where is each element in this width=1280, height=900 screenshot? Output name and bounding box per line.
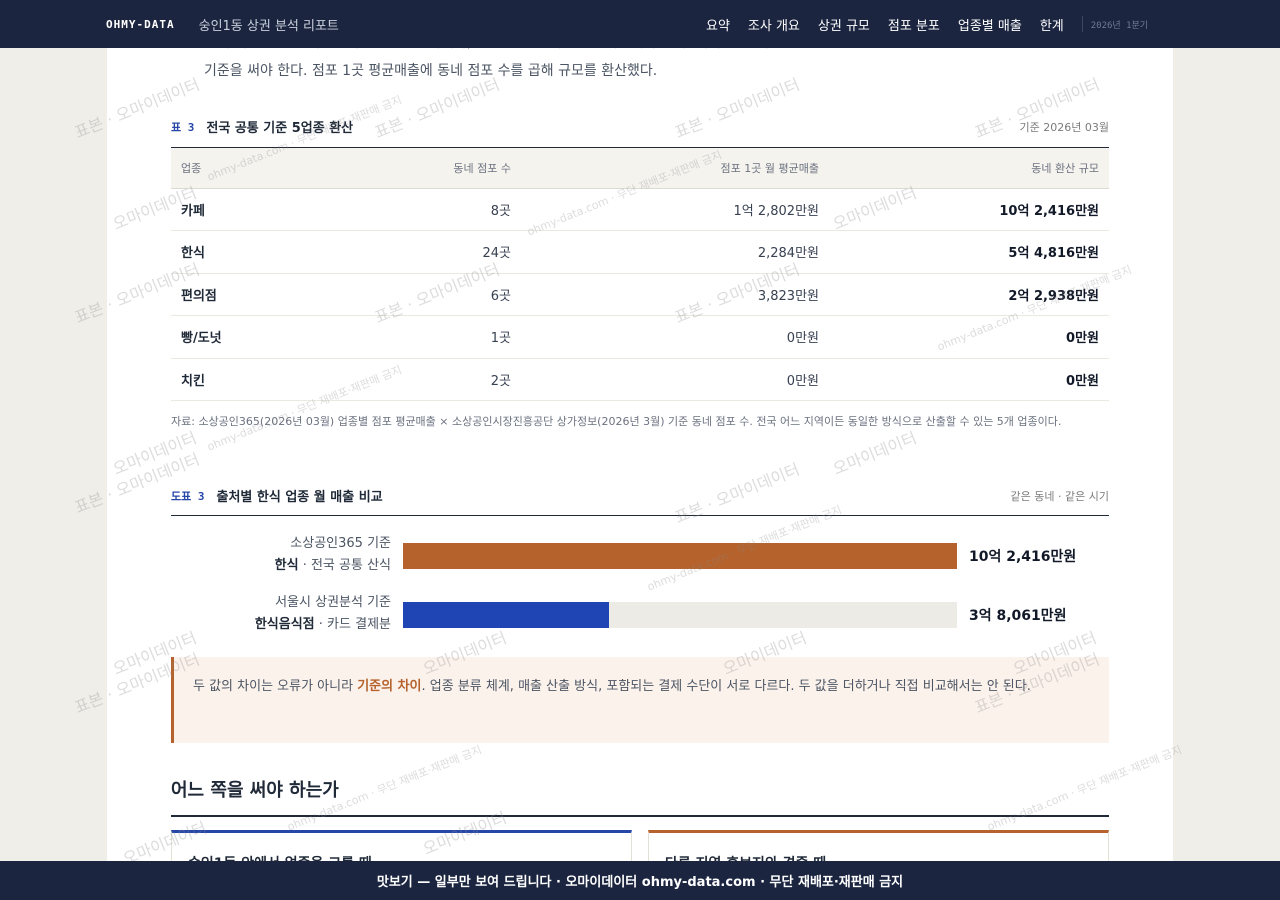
cell-industry: 빵/도넛 xyxy=(171,315,351,359)
cell-industry: 편의점 xyxy=(171,273,351,316)
col-header-industry: 업종 xyxy=(171,148,351,189)
cell-avg-sales: 3,823만원 xyxy=(521,273,829,316)
bar-method: · 카드 결제분 xyxy=(314,617,391,632)
bar-track xyxy=(403,543,957,569)
cell-store-count: 8곳 xyxy=(351,188,521,231)
nav-link-limitations[interactable]: 한계 xyxy=(1040,15,1064,34)
table-row: 한식 24곳 2,284만원 5억 4,816만원 xyxy=(171,230,1109,274)
cell-scale: 0만원 xyxy=(829,358,1109,401)
brand-logo[interactable]: OHMY-DATA xyxy=(106,18,175,31)
bar-category: 한식음식점 xyxy=(254,617,315,632)
bar-source: 서울시 상권분석 기준 xyxy=(275,595,391,610)
table-caption: 표 3 전국 공통 기준 5업종 환산 기준 2026년 03월 xyxy=(171,117,1109,137)
col-header-scale: 동네 환산 규모 xyxy=(829,148,1109,189)
report-period: 2026년 1분기 xyxy=(1090,20,1149,31)
bar-value: 10억 2,416만원 xyxy=(969,549,1077,565)
figure-caption: 도표 3 출처별 한식 업종 월 매출 비교 같은 동네 · 같은 시기 xyxy=(171,486,1109,506)
report-title: 숭인1동 상권 분석 리포트 xyxy=(198,18,339,34)
bar-category: 한식 xyxy=(274,558,299,573)
table-note: 기준 2026년 03월 xyxy=(1019,120,1109,134)
bar-track xyxy=(403,602,957,628)
col-header-avg-sales: 점포 1곳 월 평균매출 xyxy=(521,148,829,189)
cell-scale: 5억 4,816만원 xyxy=(829,230,1109,274)
cell-scale: 0만원 xyxy=(829,315,1109,359)
cell-scale: 10억 2,416만원 xyxy=(829,188,1109,231)
nav-link-store-distribution[interactable]: 점포 분포 xyxy=(888,15,940,34)
nav-link-summary[interactable]: 요약 xyxy=(706,15,730,34)
table-source-note: 자료: 소상공인365(2026년 03월) 업종별 점포 평균매출 × 소상공… xyxy=(171,415,1062,428)
cell-avg-sales: 1억 2,802만원 xyxy=(521,188,829,231)
callout-note: 두 값의 차이는 오류가 아니라 기준의 차이. 업종 분류 체계, 매출 산출… xyxy=(171,657,1109,743)
callout-highlight: 기준의 차이 xyxy=(357,679,422,694)
preview-footer-banner: 맛보기 — 일부만 보여 드립니다 · 오마이데이터 ohmy-data.com… xyxy=(0,861,1280,900)
section-rule xyxy=(171,815,1109,817)
bar-label-1: 서울시 상권분석 기준 한식음식점 · 카드 결제분 xyxy=(171,592,391,636)
intro-text: 기준을 써야 한다. 점포 1곳 평균매출에 동네 점포 수를 곱해 규모를 환… xyxy=(204,63,658,79)
table-tag: 표 3 xyxy=(171,120,195,134)
figure-note: 같은 동네 · 같은 시기 xyxy=(1010,489,1109,503)
cell-store-count: 1곳 xyxy=(351,315,521,359)
callout-text-before: 두 값의 차이는 오류가 아니라 xyxy=(193,679,358,694)
report-paper: 동네 어느 업종을 비교할 수 있는 것은 아니라, 동일한 업종 기준으로 비… xyxy=(107,0,1173,900)
cell-scale: 2억 2,938만원 xyxy=(829,273,1109,316)
cell-avg-sales: 2,284만원 xyxy=(521,230,829,274)
industry-table: 업종 동네 점포 수 점포 1곳 월 평균매출 동네 환산 규모 카페 8곳 1… xyxy=(171,148,1109,401)
table-header-row: 업종 동네 점포 수 점포 1곳 월 평균매출 동네 환산 규모 xyxy=(171,148,1109,189)
col-header-store-count: 동네 점포 수 xyxy=(351,148,521,189)
cell-avg-sales: 0만원 xyxy=(521,358,829,401)
nav-link-market-size[interactable]: 상권 규모 xyxy=(818,15,870,34)
figure-title: 출처별 한식 업종 월 매출 비교 xyxy=(216,490,383,505)
table-row: 편의점 6곳 3,823만원 2억 2,938만원 xyxy=(171,273,1109,316)
table-title: 전국 공통 기준 5업종 환산 xyxy=(206,121,354,136)
bar-source: 소상공인365 기준 xyxy=(290,536,391,551)
cell-industry: 카페 xyxy=(171,188,351,231)
bar-category-line: 한식 · 전국 공통 산식 xyxy=(171,555,391,577)
bar-fill-seoul xyxy=(403,602,609,628)
top-nav: OHMY-DATA 숭인1동 상권 분석 리포트 요약 조사 개요 상권 규모 … xyxy=(0,0,1280,48)
cell-industry: 한식 xyxy=(171,230,351,274)
table-row: 빵/도넛 1곳 0만원 0만원 xyxy=(171,315,1109,359)
cell-store-count: 24곳 xyxy=(351,230,521,274)
cell-store-count: 6곳 xyxy=(351,273,521,316)
table-row: 치킨 2곳 0만원 0만원 xyxy=(171,358,1109,401)
bar-method: · 전국 공통 산식 xyxy=(298,558,391,573)
bar-category-line: 한식음식점 · 카드 결제분 xyxy=(171,614,391,636)
figure-tag: 도표 3 xyxy=(171,489,205,503)
nav-link-sales-by-industry[interactable]: 업종별 매출 xyxy=(958,15,1022,34)
nav-divider xyxy=(1081,16,1083,32)
nav-links: 요약 조사 개요 상권 규모 점포 분포 업종별 매출 한계 2026년 1분기 xyxy=(706,0,1148,48)
cell-avg-sales: 0만원 xyxy=(521,315,829,359)
cell-store-count: 2곳 xyxy=(351,358,521,401)
nav-link-overview[interactable]: 조사 개요 xyxy=(748,15,800,34)
section-heading: 어느 쪽을 써야 하는가 xyxy=(171,780,339,801)
figure-top-rule xyxy=(171,515,1109,516)
bar-label-0: 소상공인365 기준 한식 · 전국 공통 산식 xyxy=(171,533,391,577)
bar-fill-soho365 xyxy=(403,543,957,569)
bar-value: 3억 8,061만원 xyxy=(969,608,1067,624)
cell-industry: 치킨 xyxy=(171,358,351,401)
table-row: 카페 8곳 1억 2,802만원 10억 2,416만원 xyxy=(171,188,1109,231)
callout-text-after: . 업종 분류 체계, 매출 산출 방식, 포함되는 결제 수단이 서로 다르다… xyxy=(421,679,1031,694)
